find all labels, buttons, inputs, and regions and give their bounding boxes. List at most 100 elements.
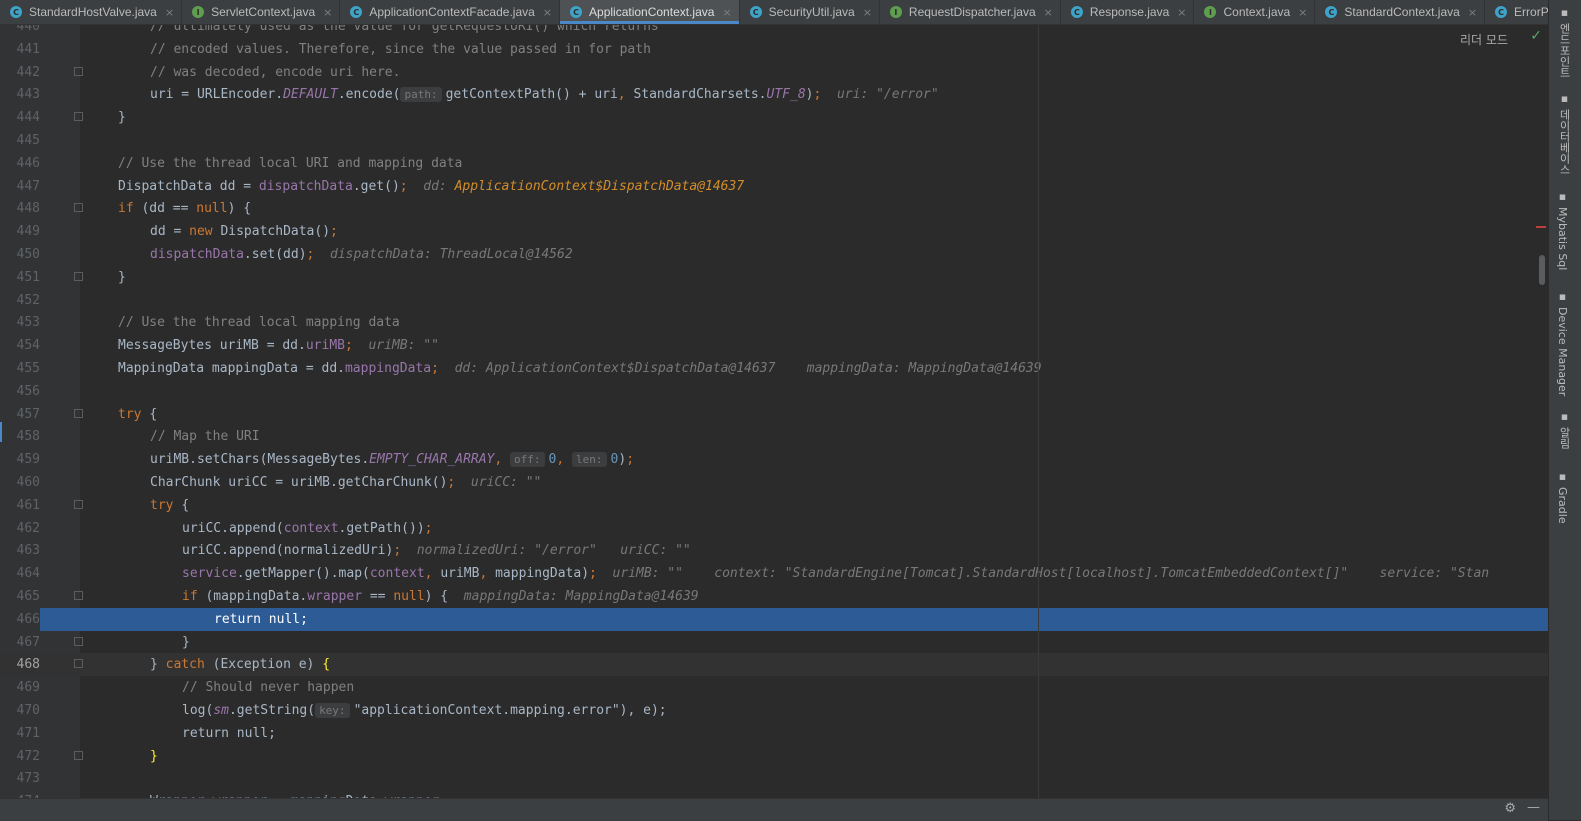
tab-securityutil-java[interactable]: C SecurityUtil.java ×	[740, 0, 880, 24]
fold-marker-icon[interactable]	[74, 499, 83, 509]
line-number: 474	[0, 790, 40, 798]
code-editor[interactable]: 440 // ultimately used as the value for g…	[0, 25, 1548, 798]
fold-marker-icon[interactable]	[74, 203, 83, 213]
fold-marker-icon[interactable]	[74, 591, 83, 600]
code-line[interactable]: 444}	[0, 106, 1548, 129]
code-token: catch	[165, 657, 213, 673]
code-token: service	[182, 566, 237, 582]
code-token: ;	[589, 566, 597, 582]
tab-response-java[interactable]: C Response.java ×	[1061, 0, 1195, 24]
code-line[interactable]: 457 try {	[0, 403, 1548, 426]
fold-marker-icon[interactable]	[74, 271, 83, 281]
code-line[interactable]: 456	[0, 380, 1548, 403]
close-icon[interactable]: ×	[1468, 6, 1477, 19]
tool-window-mybatis[interactable]: ▪ Mybatis Sql	[1556, 190, 1569, 270]
gear-icon[interactable]: ⚙	[1504, 801, 1516, 816]
code-text: uriCC.append(normalizedUri); normalizedU…	[182, 539, 691, 562]
close-icon[interactable]: ×	[863, 6, 872, 19]
code-line[interactable]: 450 dispatchData.set(dd); dispatchData: T…	[0, 243, 1548, 266]
tool-window-device-manager[interactable]: ▪ Device Manager	[1556, 290, 1569, 396]
close-icon[interactable]: ×	[543, 6, 552, 19]
code-line[interactable]: 445	[0, 129, 1548, 152]
fold-marker-icon[interactable]	[74, 112, 83, 122]
database-icon: ▪	[1558, 92, 1571, 105]
code-line[interactable]: 474 Wrapper wrapper = mappingData.wrapper…	[0, 790, 1548, 798]
fold-marker-icon[interactable]	[74, 636, 83, 646]
code-line[interactable]: 465 if (mappingData.wrapper == null) { ma…	[0, 585, 1548, 608]
tool-window-gradle[interactable]: ▪ Gradle	[1556, 470, 1569, 524]
close-icon[interactable]: ×	[1177, 6, 1186, 19]
tab-label: StandardContext.java	[1344, 5, 1460, 19]
code-line[interactable]: 451}	[0, 266, 1548, 289]
code-line[interactable]: 469 // Should never happen	[0, 676, 1548, 699]
code-line[interactable]: 464 service.getMapper().map(context, uriM…	[0, 562, 1548, 585]
execution-point-line[interactable]: 466 return null;	[0, 607, 1548, 631]
code-line[interactable]: 473	[0, 767, 1548, 790]
close-icon[interactable]: ×	[323, 6, 332, 19]
tab-applicationcontextfacade-java[interactable]: C ApplicationContextFacade.java ×	[340, 0, 561, 24]
tab-context-java[interactable]: I Context.java ×	[1194, 0, 1316, 24]
fold-marker-icon[interactable]	[74, 408, 83, 418]
line-number: 443	[16, 87, 40, 103]
inspection-ok-icon[interactable]: ✓	[1530, 28, 1542, 44]
code-token: ;	[393, 543, 402, 559]
code-line[interactable]: 467}	[0, 631, 1548, 654]
code-line[interactable]: 468} catch (Exception e) {	[0, 653, 1548, 677]
tool-window-database[interactable]: ▪ 데이터베이스	[1556, 92, 1572, 175]
tool-window-notifications[interactable]: ▪ 알림	[1556, 410, 1572, 449]
code-line[interactable]: 460 CharChunk uriCC = uriMB.getCharChunk(…	[0, 471, 1548, 494]
code-token: }	[182, 634, 190, 650]
tab-applicationcontext-java[interactable]: C ApplicationContext.java ×	[560, 0, 740, 24]
line-number: 459	[16, 452, 40, 468]
close-icon[interactable]: ×	[165, 6, 174, 19]
close-icon[interactable]: ×	[1044, 6, 1053, 19]
fold-marker-icon[interactable]	[74, 659, 83, 669]
code-token: (Exception e)	[212, 657, 323, 673]
tab-standardcontext-java[interactable]: C StandardContext.java ×	[1315, 0, 1486, 24]
tab-servletcontext-java[interactable]: I ServletContext.java ×	[182, 0, 341, 24]
tool-window-endpoints[interactable]: ▪ 엔드포인트	[1556, 6, 1572, 78]
tab-requestdispatcher-java[interactable]: I RequestDispatcher.java ×	[880, 0, 1061, 24]
code-token: sm	[213, 703, 229, 718]
tab-standardhostvalve-java[interactable]: C StandardHostValve.java ×	[0, 0, 183, 24]
reader-mode-toggle[interactable]: 리더 모드	[1460, 31, 1508, 48]
editor-scrollbar[interactable]	[1539, 255, 1545, 285]
code-line[interactable]: 443 uri = URLEncoder.DEFAULT.encode(path:…	[0, 83, 1548, 106]
code-token: // Use the thread local URI and mapping …	[118, 155, 463, 171]
code-line[interactable]: 447 DispatchData dd = dispatchData.get();…	[0, 175, 1548, 198]
code-line[interactable]: 441 // encoded values. Therefore, since t…	[0, 38, 1548, 61]
interface-file-icon: I	[192, 6, 205, 18]
line-number: 457	[16, 406, 40, 422]
code-line[interactable]: 442 // was decoded, encode uri here.	[0, 61, 1548, 84]
code-line[interactable]: 472}	[0, 745, 1548, 768]
code-line[interactable]: 461 try {	[0, 494, 1548, 517]
code-line[interactable]: 453 // Use the thread local mapping data	[0, 311, 1548, 334]
code-token: uriMB	[440, 566, 480, 582]
code-token: .set(dd)	[243, 247, 307, 262]
debug-inline-value: dd: ApplicationContext$DispatchData@1463…	[454, 361, 1042, 376]
code-token: (dd ==	[141, 201, 197, 217]
code-line[interactable]: 463 uriCC.append(normalizedUri); normaliz…	[0, 539, 1548, 562]
code-line[interactable]: 452	[0, 289, 1548, 312]
code-line[interactable]: 448 if (dd == null) {	[0, 197, 1548, 220]
code-line[interactable]: 459 uriMB.setChars(MessageBytes.EMPTY_CHA…	[0, 448, 1548, 471]
minimize-icon[interactable]: —	[1527, 800, 1540, 815]
code-line[interactable]: 471 return null;	[0, 722, 1548, 745]
code-line[interactable]: 458 // Map the URI	[0, 425, 1548, 448]
code-line[interactable]: 440 // ultimately used as the value for g…	[0, 25, 1548, 38]
fold-marker-icon[interactable]	[74, 66, 83, 76]
code-line[interactable]: 446 // Use the thread local URI and mappi…	[0, 152, 1548, 175]
code-line[interactable]: 462 uriCC.append(context.getPath());	[0, 517, 1548, 540]
code-text: } catch (Exception e) {	[150, 653, 330, 676]
code-text: }	[118, 266, 126, 289]
code-line[interactable]: 470 log(sm.getString(key: "applicationCont…	[0, 699, 1548, 722]
error-stripe-marker[interactable]	[1536, 226, 1546, 228]
fold-marker-icon[interactable]	[74, 750, 83, 760]
close-icon[interactable]: ×	[1298, 6, 1307, 19]
code-line[interactable]: 455 MappingData mappingData = dd.mappingD…	[0, 357, 1548, 380]
close-icon[interactable]: ×	[722, 6, 731, 19]
tab-errorpa[interactable]: C ErrorPa	[1485, 0, 1548, 24]
code-line[interactable]: 449 dd = new DispatchData();	[0, 220, 1548, 243]
code-line[interactable]: 454 MessageBytes uriMB = dd.uriMB; uriMB:…	[0, 334, 1548, 357]
